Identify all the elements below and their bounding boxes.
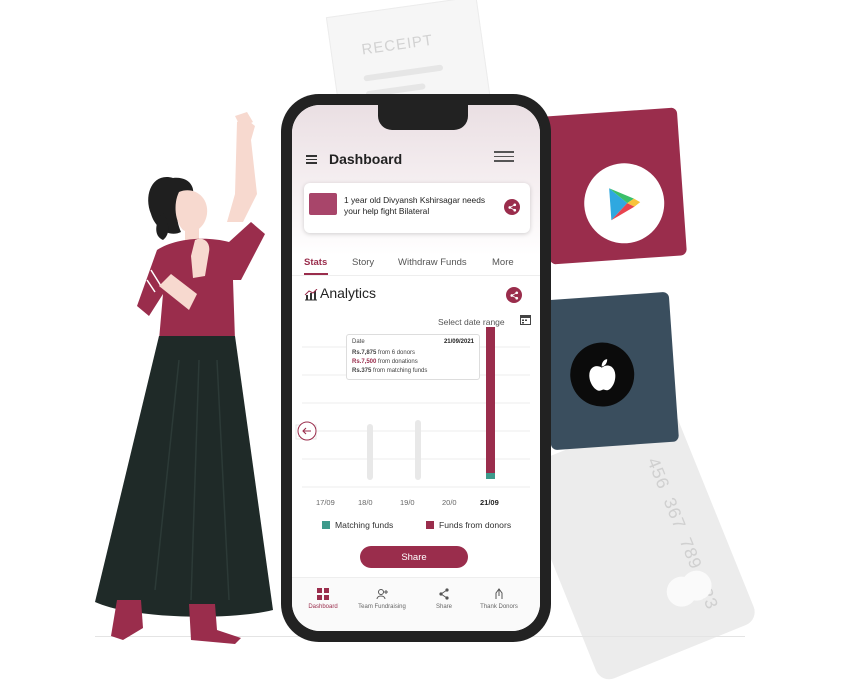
- thank-donors-icon: [495, 588, 503, 599]
- tab-bar: Stats Story Withdraw Funds More: [292, 251, 540, 276]
- legend-matching-funds: Matching funds: [322, 520, 393, 530]
- share-button[interactable]: Share: [360, 546, 468, 568]
- tooltip-text: from matching funds: [373, 368, 428, 374]
- tab-story[interactable]: Story: [352, 257, 374, 268]
- chart-bar-donors: [486, 327, 495, 479]
- google-play-badge[interactable]: [540, 107, 687, 265]
- legend-funds-from-donors: Funds from donors: [426, 520, 511, 530]
- chart-bar-matching: [486, 473, 495, 479]
- tab-withdraw-funds[interactable]: Withdraw Funds: [398, 257, 467, 268]
- google-play-icon: [581, 160, 667, 246]
- campaign-share-icon[interactable]: [504, 199, 520, 215]
- x-axis-label: 18/0: [358, 498, 373, 507]
- legend-swatch: [426, 521, 434, 529]
- analytics-share-icon[interactable]: [506, 287, 522, 303]
- tooltip-amount: Rs.7,500: [352, 359, 377, 365]
- x-axis-label: 17/09: [316, 498, 335, 507]
- campaign-image: [309, 193, 337, 215]
- nav-team-fundraising[interactable]: Team Fundraising: [350, 588, 414, 610]
- tooltip-date-value: 21/09/2021: [443, 339, 474, 345]
- woman-illustration: [95, 112, 273, 644]
- tooltip-text: from donations: [378, 359, 418, 365]
- analytics-title: Analytics: [320, 285, 377, 301]
- legend-label: Funds from donors: [439, 520, 512, 530]
- team-add-icon: [376, 589, 388, 600]
- phone-notch: [378, 105, 468, 130]
- x-axis-label: 19/0: [400, 498, 415, 507]
- tooltip-date-label: Date: [352, 339, 365, 345]
- more-menu-icon[interactable]: [494, 151, 514, 163]
- nav-label: Team Fundraising: [358, 604, 406, 610]
- chart-tooltip: Date 21/09/2021 Rs.7,875 from 6 donors R…: [346, 334, 480, 380]
- tooltip-text: from 6 donors: [378, 350, 416, 356]
- tab-more[interactable]: More: [492, 257, 514, 268]
- x-axis-label: 20/0: [442, 498, 457, 507]
- nav-thank-donors[interactable]: Thank Donors: [474, 588, 524, 610]
- bottom-nav: Dashboard Team Fundraising Share Thank D…: [292, 577, 540, 631]
- nav-label: Dashboard: [308, 604, 338, 610]
- chart-back-arrow-icon[interactable]: [297, 421, 317, 441]
- page-title: Dashboard: [329, 151, 403, 167]
- tooltip-amount: Rs.375: [352, 368, 372, 374]
- nav-dashboard[interactable]: Dashboard: [300, 588, 346, 610]
- nav-label: Thank Donors: [480, 604, 518, 610]
- select-date-range-label[interactable]: Select date range: [438, 317, 505, 327]
- analytics-chart-icon: [304, 289, 318, 301]
- x-axis-label: 21/09: [480, 498, 499, 507]
- receipt-label: RECEIPT: [360, 31, 435, 59]
- active-tab-indicator: [304, 273, 328, 275]
- apple-icon: [568, 340, 637, 409]
- tab-stats[interactable]: Stats: [304, 257, 327, 268]
- tooltip-amount: Rs.7,875: [352, 350, 377, 356]
- legend-swatch: [322, 521, 330, 529]
- nav-share[interactable]: Share: [426, 588, 462, 610]
- hamburger-menu-icon[interactable]: [306, 155, 317, 164]
- legend-label: Matching funds: [335, 520, 394, 530]
- calendar-icon[interactable]: [520, 314, 531, 325]
- campaign-text: 1 year old Divyansh Kshirsagar needs you…: [344, 195, 486, 216]
- app-store-badge[interactable]: [540, 291, 680, 451]
- dashboard-icon: [317, 588, 329, 600]
- phone-mockup: Dashboard 1 year old Divyansh Kshirsagar…: [281, 94, 551, 642]
- campaign-card[interactable]: 1 year old Divyansh Kshirsagar needs you…: [304, 183, 530, 233]
- phone-screen: Dashboard 1 year old Divyansh Kshirsagar…: [292, 105, 540, 631]
- nav-label: Share: [435, 604, 452, 610]
- share-icon: [439, 588, 449, 600]
